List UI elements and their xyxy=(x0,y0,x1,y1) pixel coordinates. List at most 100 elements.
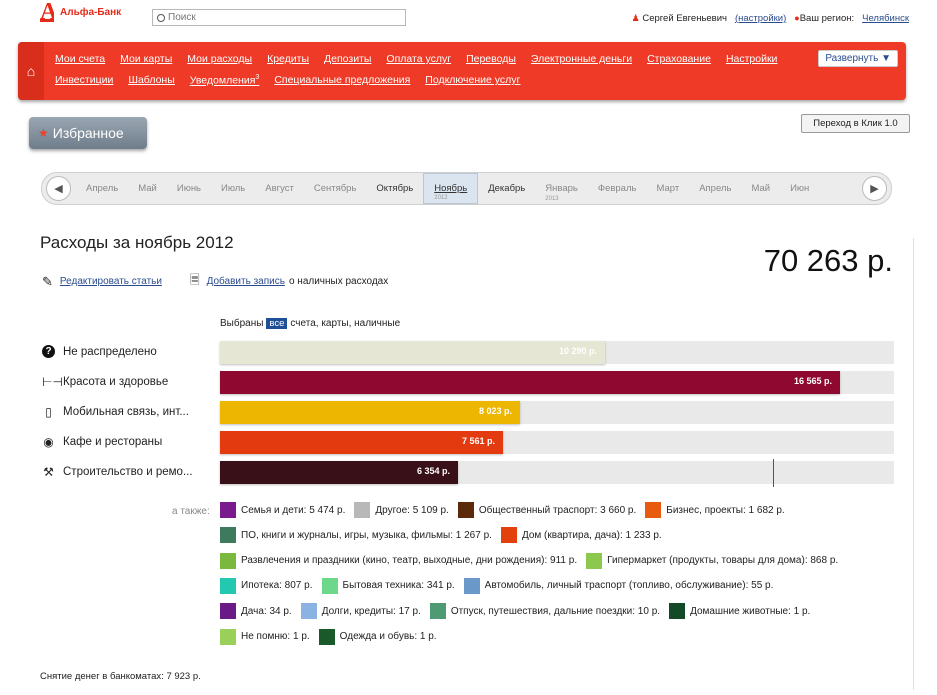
legend-item[interactable]: Одежда и обувь: 1 р. xyxy=(318,628,437,645)
action-links: ✎ Редактировать статьи 🗏 Добавить запись… xyxy=(42,271,388,292)
legend-row: Развлечения и праздники (кино, театр, вы… xyxy=(220,552,838,569)
star-icon: ★ xyxy=(38,126,49,140)
month-label: Июн xyxy=(790,183,810,194)
category-label-row[interactable]: ? Не распределено xyxy=(42,345,157,358)
legend-label: Отпуск, путешествия, дальние поездки: 10… xyxy=(450,605,661,617)
expense-bar[interactable]: 10 290 р. xyxy=(220,341,605,364)
month-year: 2013 xyxy=(545,196,559,202)
nav-link[interactable]: Подключение услуг xyxy=(425,74,520,87)
prev-month-arrow-icon[interactable]: ◀ xyxy=(46,176,71,201)
user-bar: ♟ Сергей Евгеньевич (настройки) ●Ваш рег… xyxy=(632,13,909,24)
nav-link[interactable]: Страхование xyxy=(647,53,711,65)
legend-item[interactable]: Дом (квартира, дача): 1 233 р. xyxy=(500,527,662,544)
legend-row: Дача: 34 р. Долги, кредиты: 17 р. Отпуск, … xyxy=(220,603,810,620)
month-item[interactable]: Август xyxy=(255,173,304,204)
expense-bar[interactable]: 16 565 р. xyxy=(220,371,840,394)
nav-link[interactable]: Оплата услуг xyxy=(386,53,451,65)
legend-swatch xyxy=(463,577,480,594)
month-label: Март xyxy=(656,183,680,194)
edit-categories-link[interactable]: Редактировать статьи xyxy=(60,276,162,287)
settings-link[interactable]: (настройки) xyxy=(735,13,786,24)
nav-link[interactable]: Мои счета xyxy=(55,53,105,65)
month-item[interactable]: Февраль xyxy=(588,173,647,204)
legend-item[interactable]: Бизнес, проекты: 1 682 р. xyxy=(645,502,785,518)
search-box[interactable] xyxy=(152,9,406,26)
page-title: Расходы за ноябрь 2012 xyxy=(40,233,234,252)
nav-link[interactable]: Мои карты xyxy=(120,53,172,65)
nav-link[interactable]: Специальные предложения xyxy=(274,74,410,87)
legend-item[interactable]: ПО, книги и журналы, игры, музыка, фильм… xyxy=(220,527,492,544)
bank-name: Альфа-Банк xyxy=(60,6,122,18)
month-item[interactable]: Июн xyxy=(780,173,819,204)
legend-item[interactable]: Долги, кредиты: 17 р. xyxy=(300,603,421,620)
month-label: Декабрь xyxy=(488,183,526,194)
month-item[interactable]: Январь 2013 xyxy=(535,173,588,204)
month-item[interactable]: Апрель xyxy=(689,173,741,204)
legend-item[interactable]: Не помню: 1 р. xyxy=(220,628,310,645)
category-label-row[interactable]: ◉ Кафе и рестораны xyxy=(42,435,162,449)
month-item[interactable]: Июль xyxy=(211,173,255,204)
nav-link[interactable]: Уведомления3 xyxy=(190,74,260,87)
legend-swatch xyxy=(220,502,236,518)
legend-item[interactable]: Автомобиль, личный траспорт (топливо, об… xyxy=(463,577,774,594)
favorites-button[interactable]: ★ Избранное xyxy=(29,117,147,149)
nav-link[interactable]: Кредиты xyxy=(267,53,309,65)
legend-swatch xyxy=(220,552,236,569)
month-item[interactable]: Май xyxy=(741,173,780,204)
nav-link[interactable]: Настройки xyxy=(726,53,778,65)
nav-link[interactable]: Шаблоны xyxy=(128,74,174,87)
month-item[interactable]: Ноябрь 2012 xyxy=(423,173,479,204)
user-icon: ♟ xyxy=(631,13,640,23)
category-label: Красота и здоровье xyxy=(63,376,169,388)
legend-label: Автомобиль, личный траспорт (топливо, об… xyxy=(484,580,774,592)
expand-menu-button[interactable]: Развернуть ▼ xyxy=(818,50,898,67)
month-selector: ◀ Апрель Май Июнь Июль Август Сентябрь Октябрь… xyxy=(41,172,892,205)
switch-klik-button[interactable]: Переход в Клик 1.0 xyxy=(801,114,910,133)
legend-item[interactable]: Развлечения и праздники (кино, театр, вы… xyxy=(220,552,577,569)
filter-all-badge[interactable]: все xyxy=(266,318,288,329)
nav-link[interactable]: Электронные деньги xyxy=(531,53,632,65)
nav-link[interactable]: Инвестиции xyxy=(55,74,113,87)
legend-item[interactable]: Гипермаркет (продукты, товары для дома):… xyxy=(586,552,838,569)
cash-withdrawal-text: Снятие денег в банкоматах: 7 923 р. xyxy=(40,671,201,682)
nav-link[interactable]: Переводы xyxy=(466,53,516,65)
nav-link[interactable]: Депозиты xyxy=(324,53,371,65)
legend-item[interactable]: Ипотека: 807 р. xyxy=(220,577,313,594)
pencil-icon: ✎ xyxy=(42,273,53,289)
legend-item[interactable]: Другое: 5 109 р. xyxy=(354,502,449,518)
month-item[interactable]: Май xyxy=(128,173,167,204)
bank-logo[interactable]: А Альфа-Банк xyxy=(40,2,121,22)
chart-marker-line xyxy=(773,459,774,487)
month-item[interactable]: Март xyxy=(646,173,689,204)
bar-value-label: 16 565 р. xyxy=(793,376,832,386)
month-item[interactable]: Октябрь xyxy=(366,173,423,204)
month-item[interactable]: Декабрь xyxy=(478,173,535,204)
category-label-row[interactable]: ▯ Мобильная связь, инт... xyxy=(42,405,189,419)
month-item[interactable]: Сентябрь xyxy=(304,173,367,204)
add-document-icon: 🗏 xyxy=(189,273,200,287)
edit-categories-action[interactable]: ✎ Редактировать статьи xyxy=(42,271,162,292)
legend-item[interactable]: Дача: 34 р. xyxy=(220,603,292,620)
dumbbell-icon: ⊢⊣ xyxy=(42,375,63,389)
expense-bar[interactable]: 7 561 р. xyxy=(220,431,503,454)
category-label-row[interactable]: ⊢⊣ Красота и здоровье xyxy=(42,375,168,389)
next-month-arrow-icon[interactable]: ▶ xyxy=(862,176,887,201)
search-input[interactable] xyxy=(168,12,388,23)
legend-item[interactable]: Семья и дети: 5 474 р. xyxy=(220,502,345,518)
expense-bar[interactable]: 6 354 р. xyxy=(220,461,458,484)
legend-label: Одежда и обувь: 1 р. xyxy=(339,631,437,642)
legend-item[interactable]: Общественный траспорт: 3 660 р. xyxy=(457,502,636,518)
legend-item[interactable]: Отпуск, путешествия, дальние поездки: 10… xyxy=(429,603,661,620)
legend-row: Семья и дети: 5 474 р. Другое: 5 109 р. Об… xyxy=(220,502,785,518)
legend-swatch xyxy=(318,628,335,645)
region-link[interactable]: Челябинск xyxy=(862,13,909,24)
month-item[interactable]: Июнь xyxy=(167,173,211,204)
home-icon[interactable]: ⌂ xyxy=(18,42,44,100)
expense-bar[interactable]: 8 023 р. xyxy=(220,401,520,424)
month-item[interactable]: Апрель xyxy=(76,173,128,204)
category-label-row[interactable]: ⚒ Строительство и ремо... xyxy=(42,465,192,479)
add-record-link[interactable]: Добавить запись xyxy=(207,276,285,287)
nav-link[interactable]: Мои расходы xyxy=(187,53,252,65)
legend-item[interactable]: Бытовая техника: 341 р. xyxy=(321,577,455,594)
legend-item[interactable]: Домашние животные: 1 р. xyxy=(669,603,810,620)
